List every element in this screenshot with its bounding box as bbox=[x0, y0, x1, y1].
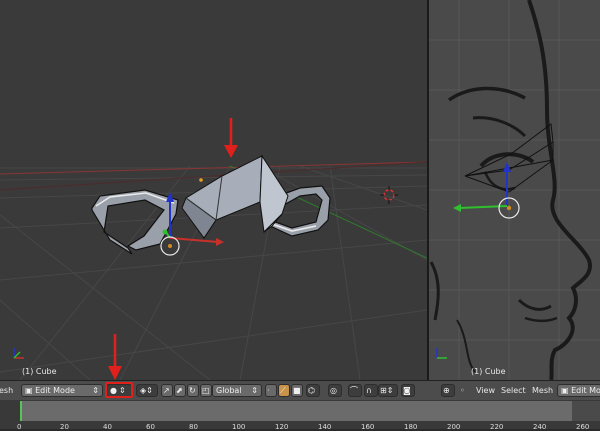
snap-toggle[interactable]: ∩ bbox=[364, 384, 378, 397]
select-vertex-button[interactable]: · bbox=[265, 384, 277, 397]
vertex-select-icon: · bbox=[267, 386, 270, 395]
mode-label: Edit Mode bbox=[35, 386, 75, 395]
camera-icon: ◙ bbox=[403, 386, 411, 395]
face-select-icon: ■ bbox=[293, 386, 301, 395]
mesh-left-tube bbox=[91, 189, 179, 255]
mode-selector[interactable]: ▣ Edit Mode ⇕ bbox=[21, 384, 103, 397]
editor-type-selector[interactable]: ⊕ bbox=[441, 384, 455, 397]
updown-arrows-icon: ⇕ bbox=[92, 386, 99, 395]
timeline-tick: 100 bbox=[232, 423, 246, 431]
timeline-tick: 200 bbox=[447, 423, 461, 431]
viewport-3d-scene bbox=[0, 118, 427, 380]
viewport-3d-perspective[interactable]: (1) Cube bbox=[0, 0, 427, 380]
translate-toggle[interactable]: ⬈ bbox=[174, 384, 186, 397]
view3d-icon: ⊕ bbox=[443, 386, 450, 395]
timeline-tick: 260 bbox=[576, 423, 590, 431]
manipulator-icon: ↗ bbox=[163, 386, 170, 395]
proportional-edit-icon: ◎ bbox=[330, 386, 337, 395]
snap-element-selector[interactable]: ⊞⇕ bbox=[378, 384, 398, 397]
updown-arrows-icon: ⇕ bbox=[146, 386, 153, 395]
timeline-tick: 240 bbox=[533, 423, 547, 431]
timeline-end-range bbox=[572, 401, 600, 421]
translate-icon: ⬈ bbox=[176, 386, 183, 395]
scale-toggle[interactable]: ◰ bbox=[200, 384, 212, 397]
orientation-label: Global bbox=[216, 386, 242, 395]
timeline-tick: 140 bbox=[318, 423, 332, 431]
header-collapse-icon[interactable]: ◦ bbox=[460, 384, 465, 397]
snap-element-icon: ⊞⇕ bbox=[380, 386, 394, 395]
timeline-tick: 40 bbox=[103, 423, 112, 431]
menu-select[interactable]: Select bbox=[501, 384, 526, 397]
timeline-tick: 60 bbox=[146, 423, 155, 431]
light-dot bbox=[199, 178, 203, 182]
select-face-button[interactable]: ■ bbox=[291, 384, 303, 397]
edge-select-icon: ⟋ bbox=[280, 386, 286, 395]
current-frame-marker[interactable] bbox=[20, 401, 22, 421]
falloff-icon: ⌒ bbox=[350, 386, 358, 395]
timeline-tick: 0 bbox=[17, 423, 22, 431]
viewport-3d-side[interactable]: (1) Cube bbox=[429, 0, 600, 380]
updown-arrows-icon: ⇕ bbox=[251, 386, 258, 395]
manipulator-toggle[interactable]: ↗ bbox=[161, 384, 173, 397]
timeline-tick: 80 bbox=[189, 423, 198, 431]
view-axes-mini bbox=[13, 348, 24, 359]
rotate-toggle[interactable]: ↻ bbox=[187, 384, 199, 397]
falloff-selector[interactable]: ⌒ bbox=[348, 384, 362, 397]
timeline-track[interactable] bbox=[20, 401, 572, 421]
reference-image-face bbox=[429, 0, 600, 380]
menu-mesh-partial[interactable]: esh bbox=[0, 384, 13, 397]
limit-selection-toggle[interactable]: ⌬ bbox=[306, 384, 320, 397]
menu-view[interactable]: View bbox=[476, 384, 495, 397]
opengl-render-button[interactable]: ◙ bbox=[401, 384, 415, 397]
edit-mode-icon: ▣ bbox=[561, 386, 569, 395]
scale-icon: ◰ bbox=[202, 386, 210, 395]
object-info-label-side: (1) Cube bbox=[471, 367, 506, 376]
mode-selector-right[interactable]: ▣ Edit Mo bbox=[557, 384, 600, 397]
menu-mesh[interactable]: Mesh bbox=[532, 384, 553, 397]
annotation-highlight-box bbox=[105, 382, 133, 398]
timeline-tick: 180 bbox=[404, 423, 418, 431]
timeline-tick: 220 bbox=[490, 423, 504, 431]
timeline-tick: 20 bbox=[60, 423, 69, 431]
viewport-shading-selector[interactable]: ◈⇕ bbox=[136, 384, 158, 397]
3d-cursor bbox=[380, 186, 398, 204]
select-edge-button[interactable]: ⟋ bbox=[278, 384, 290, 397]
annotation-arrow-top bbox=[224, 118, 238, 158]
edit-mode-icon: ▣ bbox=[25, 386, 33, 395]
rotate-icon: ↻ bbox=[189, 386, 196, 395]
limit-selection-icon: ⌬ bbox=[308, 386, 315, 395]
annotation-arrow-bottom bbox=[108, 334, 122, 380]
magnet-icon: ∩ bbox=[366, 386, 372, 395]
timeline-tick: 160 bbox=[361, 423, 375, 431]
viewport-header-toolbar: esh ▣ Edit Mode ⇕ ● ⇕ ◈⇕ ↗ ⬈ ↻ ◰ Global ⇕… bbox=[0, 380, 600, 401]
proportional-editing-toggle[interactable]: ◎ bbox=[328, 384, 342, 397]
object-info-label: (1) Cube bbox=[22, 367, 57, 376]
view-axes-mini-side bbox=[436, 348, 447, 359]
transform-orientation-selector[interactable]: Global ⇕ bbox=[212, 384, 262, 397]
timeline-tick: 120 bbox=[275, 423, 289, 431]
mode-label-right: Edit Mo bbox=[571, 386, 600, 395]
